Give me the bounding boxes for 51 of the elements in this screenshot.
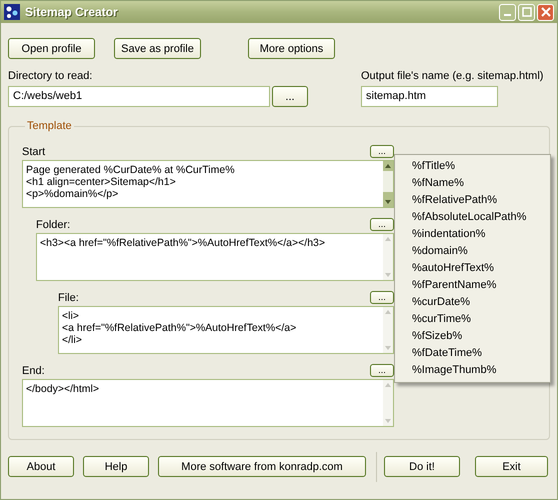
toolbar-button[interactable]: Save as profile — [114, 38, 201, 59]
menu-item[interactable]: %fRelativePath% — [395, 192, 550, 209]
template-text: </body></html> — [25, 382, 100, 397]
footer-button[interactable]: Help — [83, 456, 149, 477]
menu-item[interactable]: %fName% — [395, 175, 550, 192]
menu-item[interactable]: %fTitle% — [395, 158, 550, 175]
toolbar-button[interactable]: Open profile — [8, 38, 95, 59]
minimize-button[interactable] — [499, 4, 516, 20]
field-label: Output file's name (e.g. sitemap.html) — [361, 70, 544, 82]
window-title: Sitemap Creator — [25, 5, 119, 19]
output-field[interactable]: sitemap.htm — [361, 86, 498, 107]
maximize-icon — [522, 7, 532, 17]
menu-item[interactable]: %autoHrefText% — [395, 260, 550, 277]
menu-item[interactable]: %domain% — [395, 243, 550, 260]
menu-item[interactable]: %fDateTime% — [395, 345, 550, 362]
maximize-button[interactable] — [518, 4, 535, 20]
menu-item[interactable]: %fSizeb% — [395, 328, 550, 345]
footer-button[interactable]: More software from konradp.com — [158, 456, 366, 477]
minimize-icon — [504, 14, 511, 16]
template-editor[interactable]: Page generated %CurDate% at %CurTime% <h1 align=center>Sitemap</h1> <p>%domain%</p> — [22, 160, 394, 208]
template-text: <h3><a href="%fRelativePath%">%AutoHrefText%</a></h3> — [39, 236, 326, 251]
insert-button[interactable]: ... — [370, 218, 394, 231]
close-button[interactable] — [537, 4, 554, 20]
browse-button[interactable]: ... — [272, 86, 308, 107]
template-text: Page generated %CurDate% at %CurTime% <h1 align=center>Sitemap</h1> <p>%domain%</p> — [25, 163, 236, 202]
menu-item[interactable]: %curTime% — [395, 311, 550, 328]
toolbar-button[interactable]: More options — [248, 38, 335, 59]
section-label: End: — [22, 365, 45, 377]
app-icon — [4, 4, 20, 20]
scroll-up-icon[interactable] — [383, 161, 393, 171]
menu-item[interactable]: %curDate% — [395, 294, 550, 311]
section-label: Start — [22, 146, 46, 158]
footer-button[interactable]: Exit — [475, 456, 548, 477]
insert-button[interactable]: ... — [370, 364, 394, 377]
footer-button[interactable]: About — [8, 456, 74, 477]
directory-field[interactable]: C:/webs/web1 — [8, 86, 270, 107]
section-label: File: — [58, 292, 79, 304]
field-label: Directory to read: — [8, 70, 94, 82]
group-title: Template — [26, 120, 73, 132]
footer-button[interactable]: Do it! — [384, 456, 460, 477]
menu-item[interactable]: %ImageThumb% — [395, 362, 550, 379]
scroll-thumb[interactable] — [383, 192, 393, 197]
scroll-down-icon[interactable] — [383, 197, 393, 207]
menu-item[interactable]: %fAbsoluteLocalPath% — [395, 209, 550, 226]
insert-button[interactable]: ... — [370, 145, 394, 158]
template-text: <li> <a href="%fRelativePath%">%AutoHrefText%</a> </li> — [61, 309, 298, 348]
section-label: Folder: — [36, 219, 70, 231]
menu-item[interactable]: %indentation% — [395, 226, 550, 243]
insert-button[interactable]: ... — [370, 291, 394, 304]
menu-item[interactable]: %fParentName% — [395, 277, 550, 294]
close-icon — [540, 7, 550, 17]
